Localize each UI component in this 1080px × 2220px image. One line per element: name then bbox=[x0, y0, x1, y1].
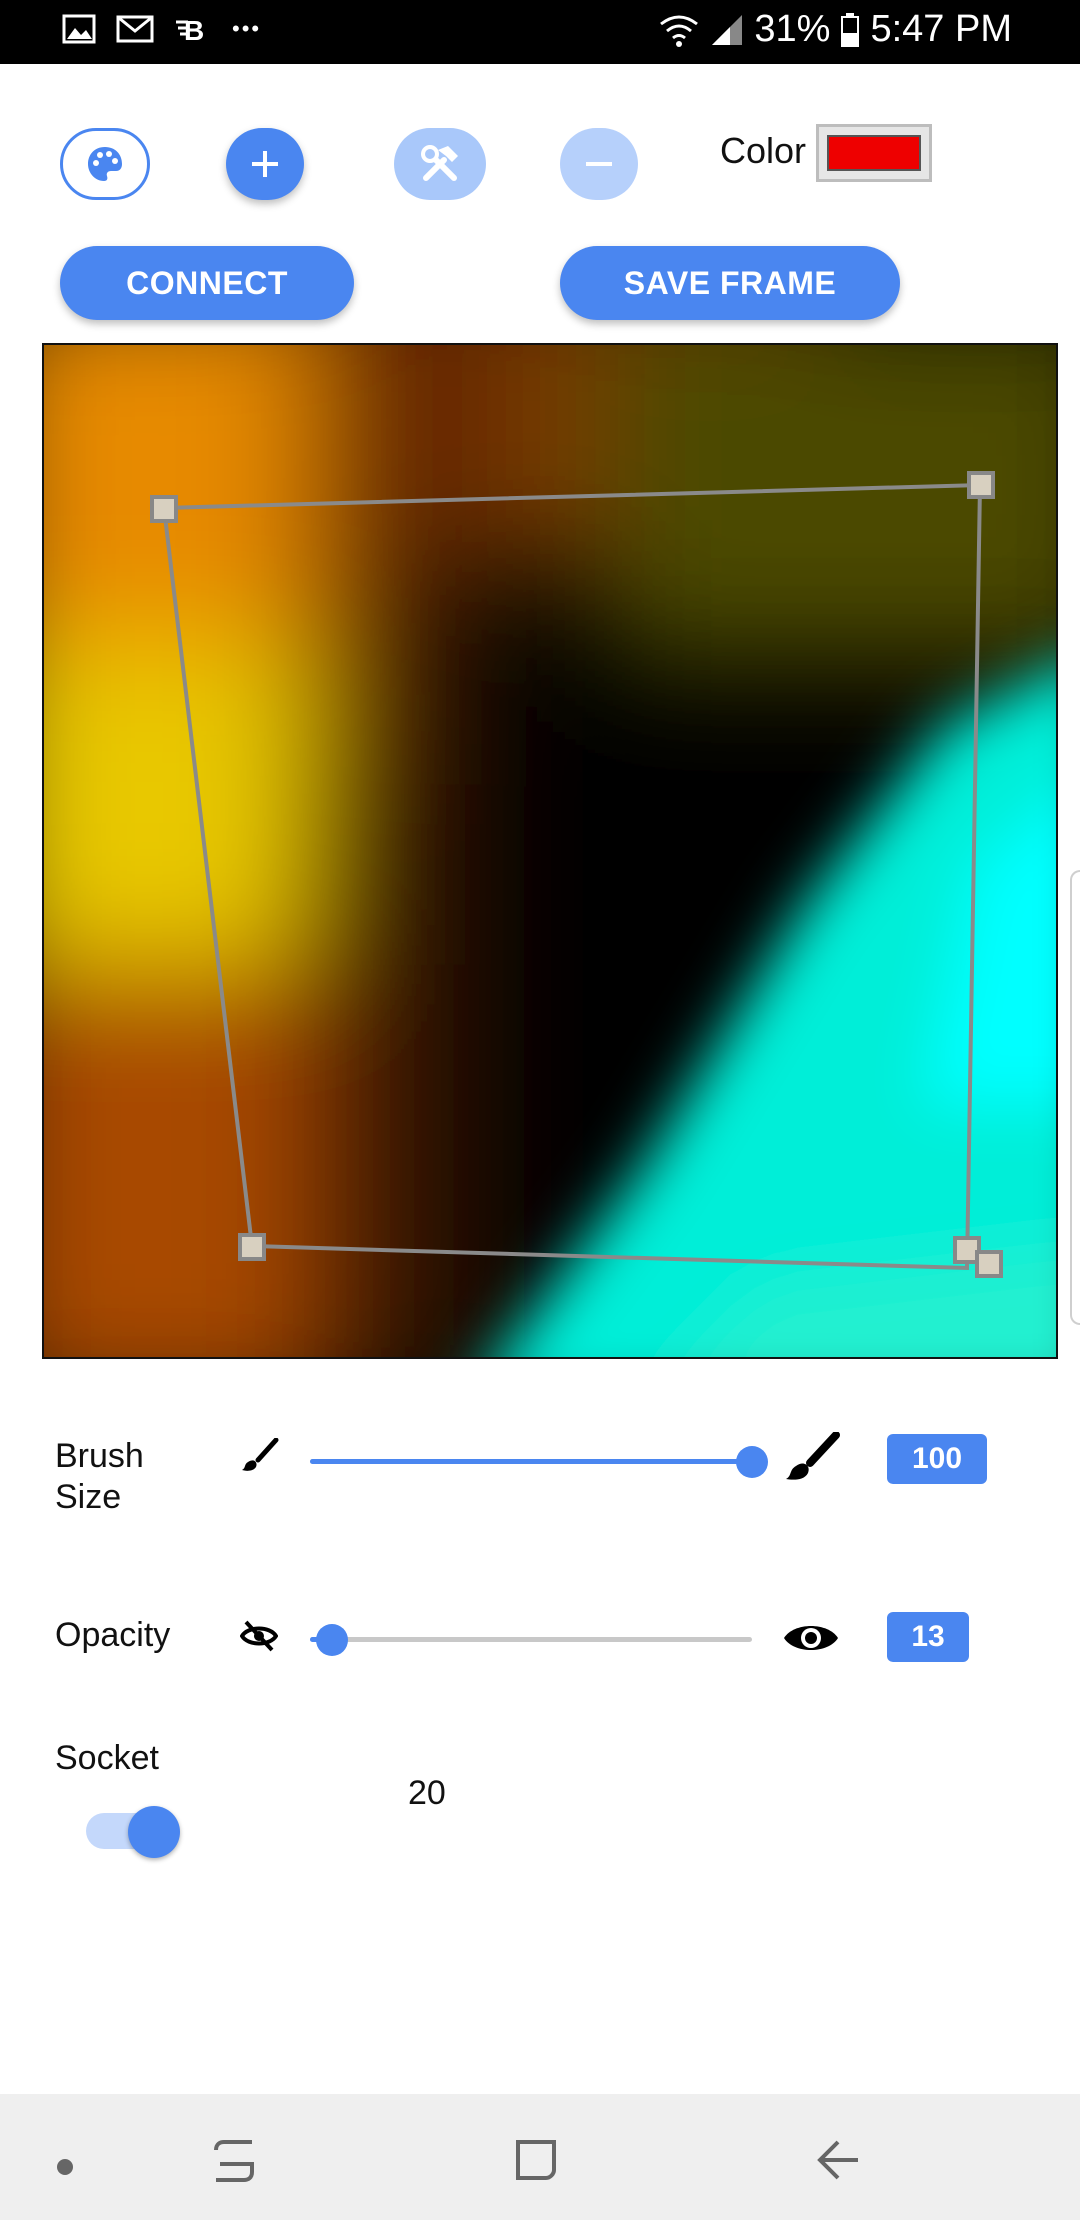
tools-button[interactable] bbox=[394, 128, 486, 200]
gmail-icon bbox=[116, 15, 154, 43]
eye-icon bbox=[784, 1626, 838, 1650]
drawing-canvas[interactable] bbox=[42, 343, 1058, 1359]
signal-icon bbox=[712, 14, 743, 45]
system-status: 31% 5:47 PM bbox=[658, 8, 1012, 51]
gallery-icon bbox=[62, 14, 96, 44]
home-icon[interactable] bbox=[510, 2134, 562, 2186]
remove-button[interactable] bbox=[560, 128, 638, 200]
notification-icons: B ••• bbox=[62, 14, 261, 44]
socket-toggle-thumb[interactable] bbox=[128, 1806, 180, 1858]
app-b-icon: B bbox=[176, 15, 204, 44]
add-button[interactable] bbox=[226, 128, 304, 200]
brush-size-label: Brush Size bbox=[55, 1436, 144, 1518]
palette-button[interactable] bbox=[60, 128, 150, 200]
minus-icon bbox=[586, 162, 612, 166]
opacity-label: Opacity bbox=[55, 1616, 171, 1654]
opacity-track[interactable] bbox=[310, 1637, 752, 1642]
eye-off-icon bbox=[240, 1620, 278, 1652]
brush-size-label-line2: Size bbox=[55, 1478, 122, 1516]
wifi-icon bbox=[660, 15, 699, 47]
battery-icon bbox=[841, 12, 860, 47]
opacity-thumb[interactable] bbox=[316, 1624, 348, 1656]
plus-icon bbox=[252, 151, 278, 177]
color-label: Color bbox=[720, 130, 807, 171]
brush-small-icon bbox=[242, 1438, 279, 1471]
home-dot-icon[interactable] bbox=[56, 2158, 74, 2176]
canvas-image bbox=[44, 345, 1056, 1357]
side-drawer-handle[interactable] bbox=[1070, 870, 1080, 1325]
brush-large-icon bbox=[786, 1432, 840, 1480]
navigation-bar bbox=[0, 2094, 1080, 2220]
connect-button[interactable]: CONNECT bbox=[60, 246, 354, 320]
status-bar: B ••• 31% 5:47 PM bbox=[0, 0, 1080, 64]
brush-size-value: 100 bbox=[887, 1434, 987, 1484]
color-swatch-fill bbox=[827, 135, 921, 171]
battery-percent: 31% bbox=[754, 8, 831, 50]
clock: 5:47 PM bbox=[870, 8, 1012, 50]
recent-apps-icon[interactable] bbox=[208, 2136, 260, 2188]
more-notifications: ••• bbox=[232, 16, 262, 41]
brush-size-thumb[interactable] bbox=[736, 1446, 768, 1478]
brush-size-track-fill bbox=[310, 1459, 752, 1464]
color-picker[interactable] bbox=[816, 124, 932, 182]
save-frame-button[interactable]: SAVE FRAME bbox=[560, 246, 900, 320]
socket-label: Socket bbox=[55, 1739, 159, 1777]
brush-size-label-line1: Brush bbox=[55, 1437, 144, 1475]
hammer-wrench-icon bbox=[421, 145, 458, 181]
back-icon[interactable] bbox=[814, 2134, 866, 2186]
socket-value: 20 bbox=[408, 1774, 446, 1812]
palette-icon bbox=[88, 147, 122, 181]
opacity-value: 13 bbox=[887, 1612, 969, 1662]
